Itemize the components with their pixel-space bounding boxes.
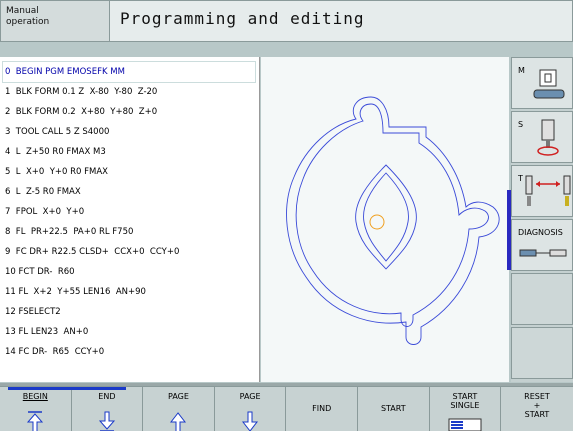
diagnosis-icon [519,249,567,257]
spindle-key[interactable]: S [511,111,573,163]
start-single-softkey[interactable]: START SINGLE [430,387,502,431]
page-up-softkey[interactable]: PAGE [143,387,215,431]
program-listing[interactable]: 0 BEGIN PGM EMOSEFK MM 1 BLK FORM 0.1 Z … [0,57,260,382]
m-function-icon [533,69,565,99]
arrow-down-icon [242,411,259,431]
find-softkey[interactable]: FIND [286,387,358,431]
outer-contour [286,96,500,345]
reset-start-softkey[interactable]: RESET + START [501,387,573,431]
program-line[interactable]: 10 FCT DR- R60 [5,267,75,287]
program-line[interactable]: 3 TOOL CALL 5 Z S4000 [5,127,109,147]
inner-contour [295,103,489,327]
program-line[interactable]: 12 FSELECT2 [5,307,61,327]
program-line[interactable]: 9 FC DR+ R22.5 CLSD+ CCX+0 CCY+0 [5,247,179,267]
arrow-up-icon [27,411,44,431]
program-line[interactable]: 6 L Z-5 R0 FMAX [5,187,81,207]
program-line[interactable]: 14 FC DR- R65 CCY+0 [5,347,104,367]
program-line[interactable]: 7 FPOL X+0 Y+0 [5,207,84,227]
begin-softkey[interactable]: BEGIN [0,387,126,431]
program-line[interactable]: 8 FL PR+22.5 PA+0 RL F750 [5,227,133,247]
tool-key[interactable]: T [511,165,573,217]
arrow-up-icon [170,412,187,431]
header-divider [0,43,512,56]
spindle-icon [537,119,559,156]
diagnosis-key[interactable]: DIAGNOSIS [511,219,573,271]
center-pocket-outer [355,164,417,270]
program-line[interactable]: 2 BLK FORM 0.2 X+80 Y+80 Z+0 [5,107,157,127]
program-line[interactable]: 13 FL LEN23 AN+0 [5,327,88,347]
start-softkey[interactable]: START [358,387,430,431]
arrow-down-icon [98,411,115,431]
end-softkey[interactable]: END [72,387,144,431]
page-down-softkey[interactable]: PAGE [215,387,287,431]
center-pocket-inner [363,172,409,262]
page-title: Programming and editing [110,0,573,42]
side-softkey-empty[interactable] [511,273,573,325]
single-block-icon [448,418,482,431]
program-line[interactable]: 1 BLK FORM 0.1 Z X-80 Y-80 Z-20 [5,87,157,107]
side-softkey-bar: M S T DIAGNOSIS [511,57,573,382]
program-line[interactable]: 11 FL X+2 Y+55 LEN16 AN+90 [5,287,146,307]
m-function-key[interactable]: M [511,57,573,109]
program-line[interactable]: 4 L Z+50 R0 FMAX M3 [5,147,106,167]
softkey-bar: BEGIN END PAGE PAGE FIND START START SIN… [0,386,573,431]
contour-graphic [261,57,509,382]
program-line[interactable]: 0 BEGIN PGM EMOSEFK MM [5,67,125,87]
side-softkey-empty[interactable] [511,327,573,379]
contour-drawing [286,96,500,345]
tool-icon [525,175,571,206]
program-line[interactable]: 5 L X+0 Y+0 R0 FMAX [5,167,108,187]
operating-mode-label: Manual operation [0,0,110,42]
tool-position-marker [369,214,385,230]
